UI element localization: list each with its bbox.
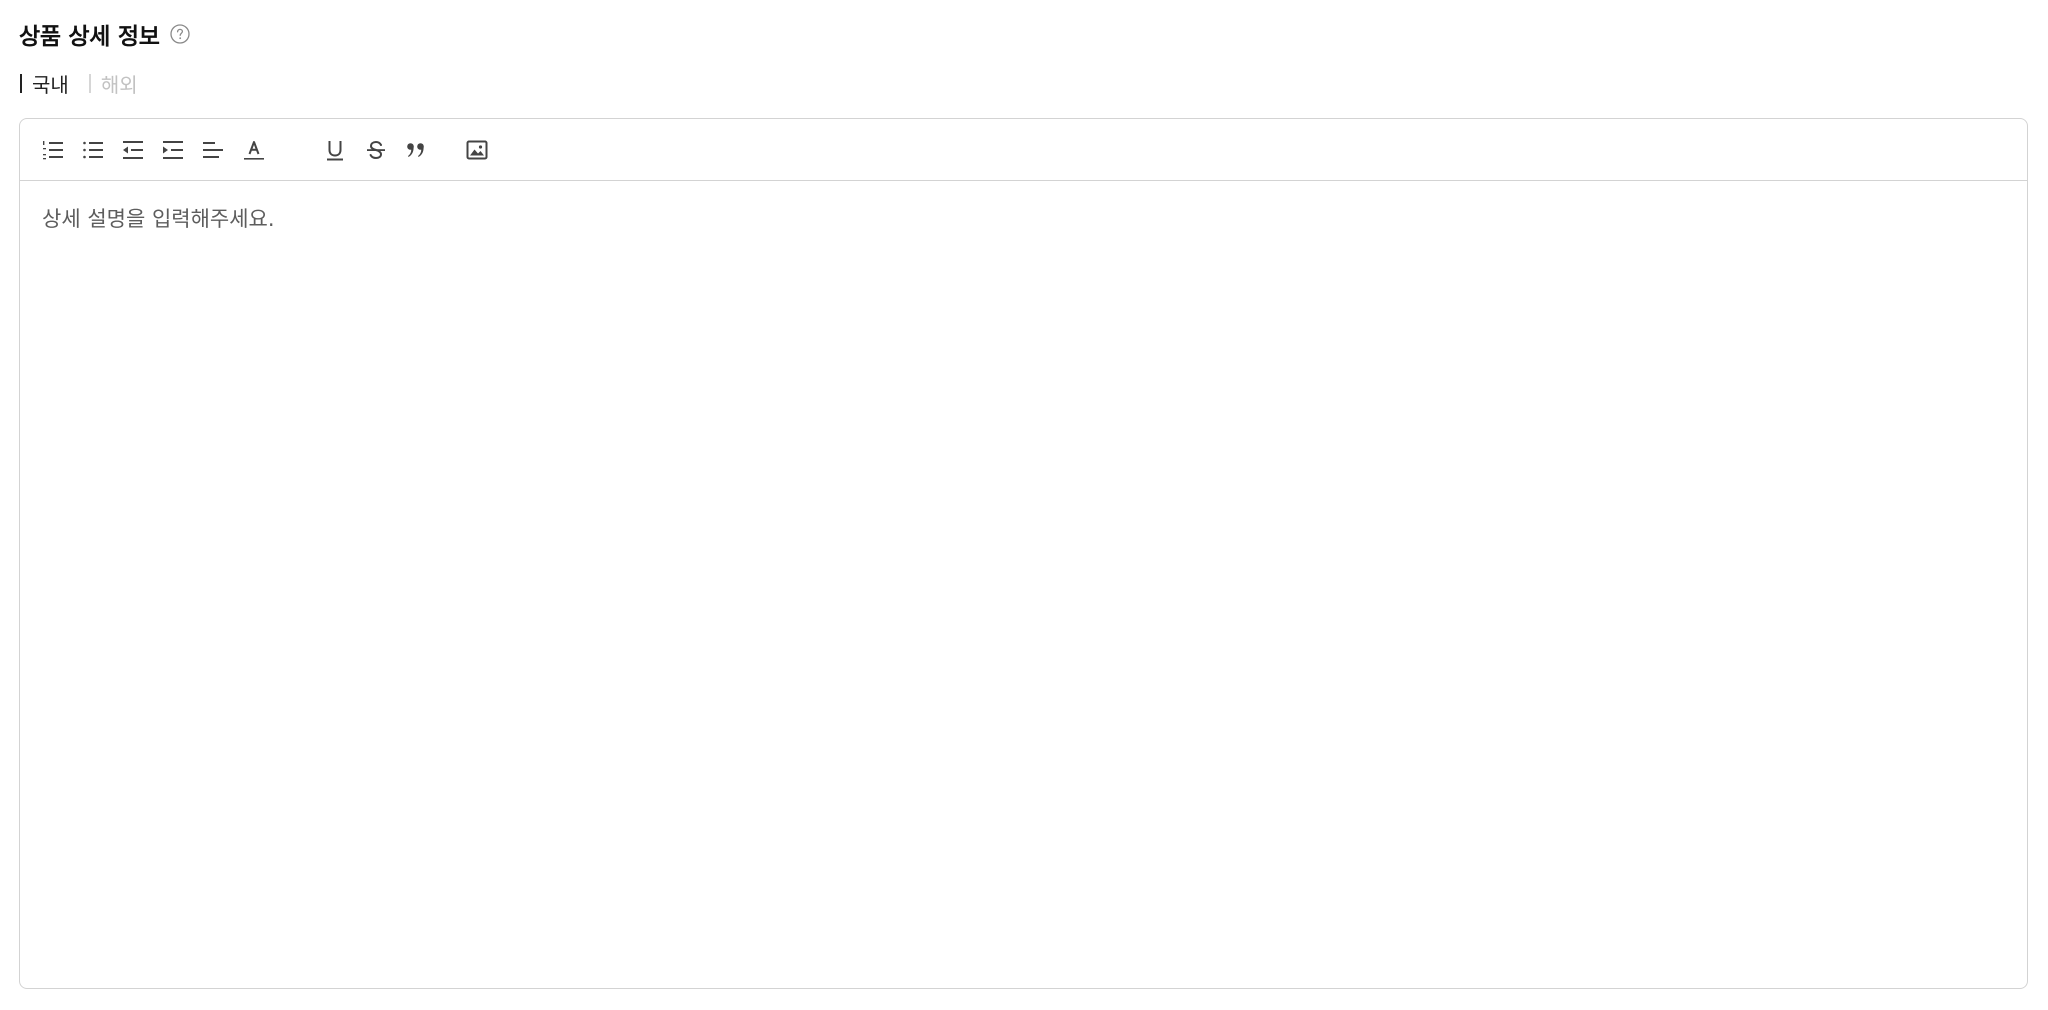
underline-button[interactable] xyxy=(322,137,348,163)
tab-overseas[interactable]: 해외 xyxy=(88,69,138,98)
ordered-list-button[interactable] xyxy=(40,137,66,163)
bullet-list-icon xyxy=(83,141,103,159)
underline-icon xyxy=(327,141,343,161)
editor-content[interactable]: 상세 설명을 입력해주세요. xyxy=(20,181,2027,988)
tab-domestic[interactable]: 국내 xyxy=(20,69,69,98)
quote-icon xyxy=(407,143,424,157)
text-color-button[interactable] xyxy=(241,137,267,163)
editor-placeholder: 상세 설명을 입력해주세요. xyxy=(42,207,275,231)
text-color-icon xyxy=(244,141,264,160)
section-title: 상품 상세 정보 xyxy=(19,24,160,50)
help-icon[interactable] xyxy=(169,24,190,44)
region-tabs: 국내 해외 xyxy=(20,66,138,100)
bullet-list-button[interactable] xyxy=(80,137,106,163)
image-button[interactable] xyxy=(464,137,490,163)
tab-overseas-label: 해외 xyxy=(100,72,138,97)
strikethrough-icon xyxy=(367,140,385,160)
ordered-list-icon xyxy=(43,141,63,160)
product-detail-section: 상품 상세 정보 국내 해외 상세 설명을 입력해주세요. xyxy=(0,0,2048,1010)
indent-icon xyxy=(163,141,183,159)
blockquote-button[interactable] xyxy=(403,137,429,163)
tab-indicator xyxy=(20,73,22,93)
section-header: 상품 상세 정보 xyxy=(19,14,190,54)
rich-text-editor: 상세 설명을 입력해주세요. xyxy=(19,118,2028,989)
tab-indicator xyxy=(88,73,91,93)
outdent-button[interactable] xyxy=(120,137,146,163)
align-left-button[interactable] xyxy=(200,137,226,163)
tab-domestic-label: 국내 xyxy=(32,72,69,97)
editor-toolbar xyxy=(20,119,2027,181)
image-icon xyxy=(466,140,488,160)
strikethrough-button[interactable] xyxy=(363,137,389,163)
indent-button[interactable] xyxy=(160,137,186,163)
align-left-icon xyxy=(203,142,223,158)
outdent-icon xyxy=(123,141,143,159)
